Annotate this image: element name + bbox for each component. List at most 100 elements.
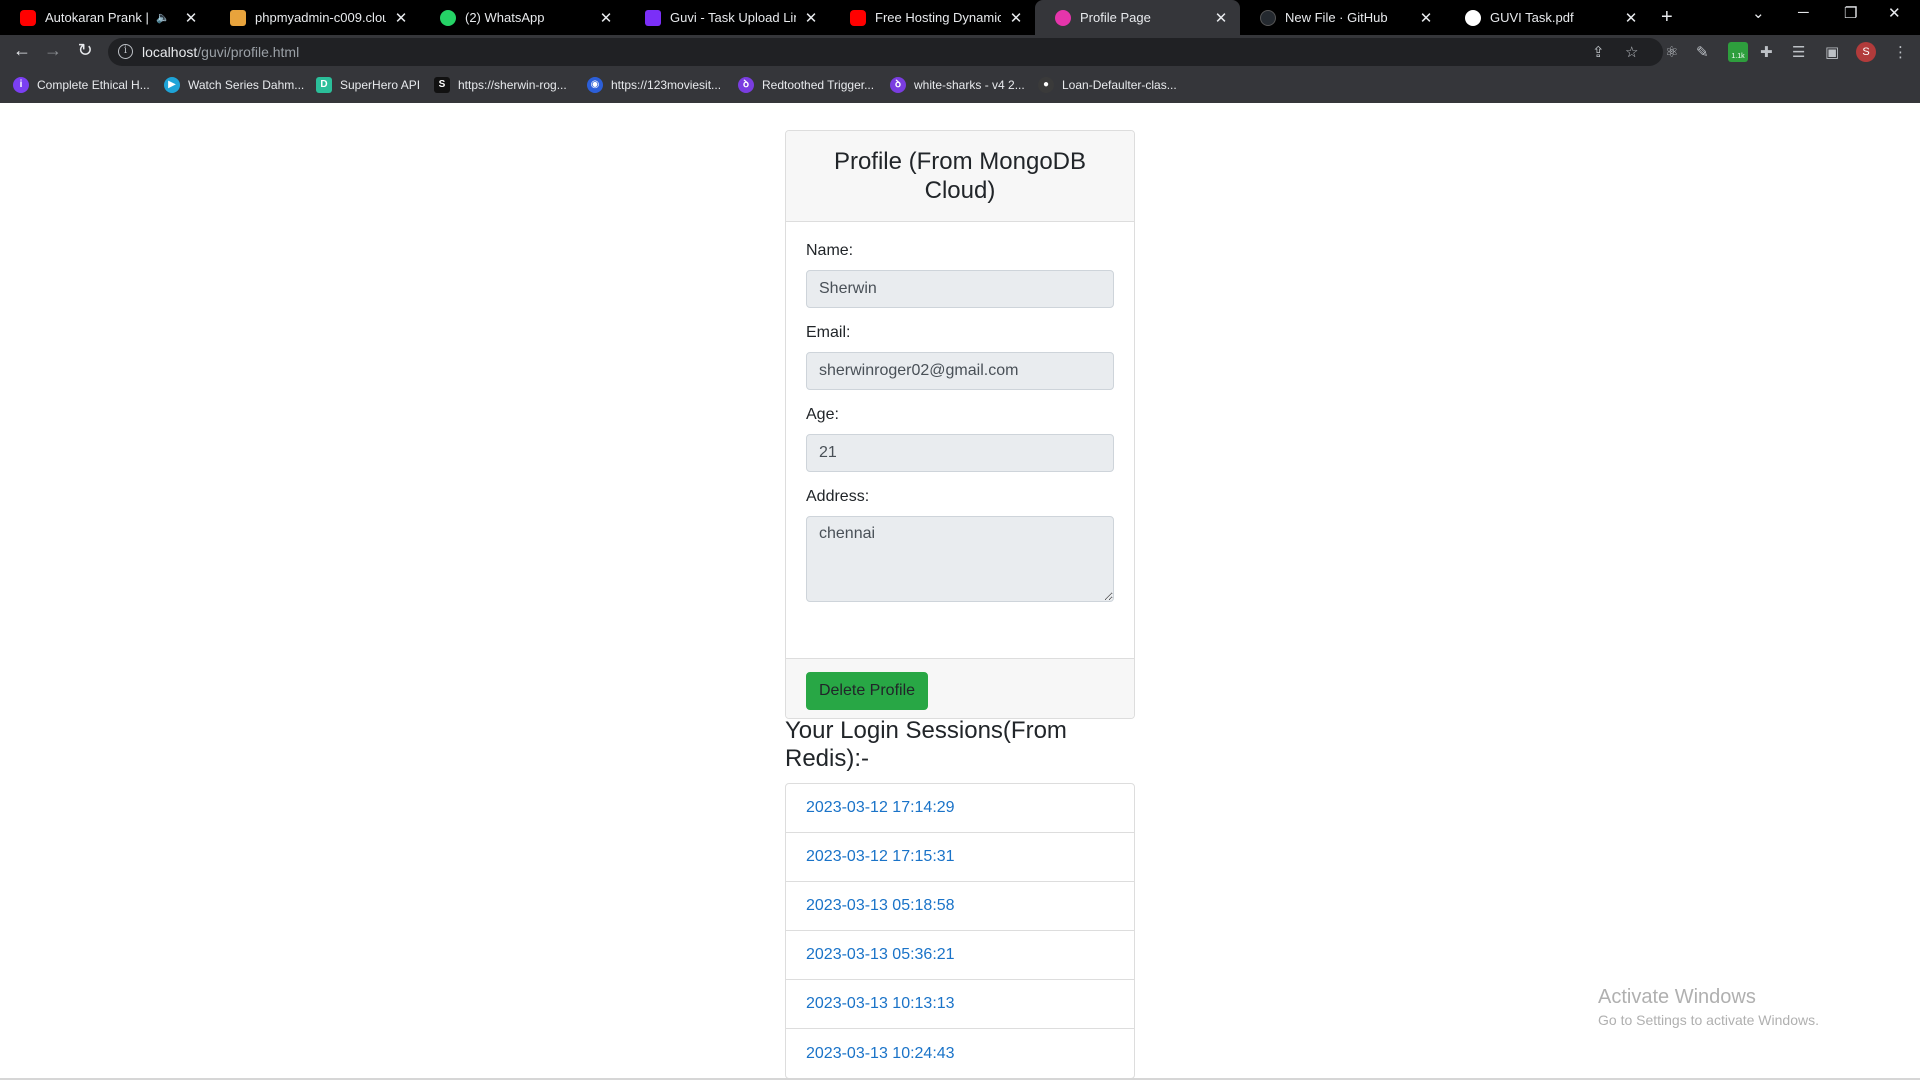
- browser-tab[interactable]: Guvi - Task Upload Link ✕: [625, 0, 830, 35]
- close-icon[interactable]: ✕: [182, 9, 200, 27]
- graphql-icon: [1055, 9, 1071, 26]
- bookmark-item[interactable]: S https://sherwin-rog...: [434, 77, 567, 93]
- close-icon[interactable]: ✕: [1212, 9, 1230, 27]
- youtube-icon: [20, 9, 36, 26]
- back-button[interactable]: ←: [10, 40, 34, 61]
- profile-card: Profile (From MongoDB Cloud) Name: Email…: [785, 130, 1135, 719]
- speaker-icon[interactable]: 🔈: [156, 11, 170, 24]
- close-icon[interactable]: ✕: [802, 9, 820, 27]
- url-text[interactable]: localhost/guvi/profile.html: [142, 44, 299, 60]
- tab-title: Free Hosting Dynamic PHP: [875, 10, 1001, 25]
- address-textarea[interactable]: chennai: [806, 516, 1114, 602]
- github-icon: [1260, 9, 1276, 26]
- browser-toolbar: ← → ↻ i localhost/guvi/profile.html ⇪ ☆ …: [0, 35, 1920, 69]
- tab-title: (2) WhatsApp: [465, 10, 545, 25]
- bookmark-item[interactable]: ● Loan-Defaulter-clas...: [1038, 77, 1177, 93]
- menu-kebab-icon[interactable]: ⋮: [1893, 43, 1908, 61]
- close-icon[interactable]: ✕: [1007, 9, 1025, 27]
- session-item[interactable]: 2023-03-12 17:15:31: [786, 833, 1134, 882]
- browser-tab-active[interactable]: Profile Page ✕: [1035, 0, 1240, 35]
- bookmark-icon: ●: [1038, 77, 1054, 93]
- reading-list-icon[interactable]: ☰: [1792, 43, 1805, 61]
- whatsapp-icon: [440, 9, 456, 26]
- restore-button[interactable]: ❐: [1844, 4, 1857, 22]
- profile-card-body: Name: Email: Age: Address: chennai: [786, 222, 1134, 656]
- bookmark-label: SuperHero API: [340, 78, 421, 92]
- close-window-button[interactable]: ✕: [1888, 4, 1901, 22]
- tab-title: phpmyadmin-c009.cloudcl: [255, 10, 386, 25]
- session-item[interactable]: 2023-03-12 17:14:29: [786, 784, 1134, 833]
- close-icon[interactable]: ✕: [392, 9, 410, 27]
- session-item[interactable]: 2023-03-13 05:18:58: [786, 882, 1134, 931]
- browser-tab[interactable]: Free Hosting Dynamic PHP ✕: [830, 0, 1035, 35]
- bookmark-star-icon[interactable]: ☆: [1625, 43, 1638, 61]
- browser-tab[interactable]: (2) WhatsApp ✕: [420, 0, 625, 35]
- info-icon[interactable]: i: [118, 44, 133, 59]
- bookmark-label: Watch Series Dahm...: [188, 78, 305, 92]
- session-item[interactable]: 2023-03-13 10:24:43: [786, 1029, 1134, 1078]
- extensions-icon[interactable]: ✚: [1760, 43, 1773, 61]
- bookmark-item[interactable]: ◉ https://123moviesit...: [587, 77, 721, 93]
- minimize-button[interactable]: ─: [1798, 4, 1809, 21]
- bookmark-item[interactable]: i Complete Ethical H...: [13, 77, 150, 93]
- browser-tab[interactable]: GUVI Task.pdf ✕: [1445, 0, 1650, 35]
- profile-card-header: Profile (From MongoDB Cloud): [786, 131, 1134, 222]
- activate-windows-watermark: Activate Windows Go to Settings to activ…: [1598, 986, 1819, 1028]
- react-devtools-icon[interactable]: ⚛: [1665, 43, 1678, 61]
- bookmark-label: Redtoothed Trigger...: [762, 78, 875, 92]
- tab-title: Guvi - Task Upload Link: [670, 10, 796, 25]
- bookmark-item[interactable]: ꝺ white-sharks - v4 2...: [890, 77, 1025, 93]
- side-panel-icon[interactable]: ▣: [1825, 43, 1839, 61]
- color-picker-icon[interactable]: ✎: [1696, 43, 1709, 61]
- bookmark-item[interactable]: ▶ Watch Series Dahm...: [164, 77, 304, 93]
- age-input[interactable]: [806, 434, 1114, 472]
- share-icon[interactable]: ⇪: [1592, 43, 1605, 61]
- forms-icon: [645, 9, 661, 26]
- browser-tab[interactable]: Autokaran Prank | Pran 🔈 ✕: [0, 0, 210, 35]
- email-input[interactable]: [806, 352, 1114, 390]
- bookmark-item[interactable]: ꝺ Redtoothed Trigger...: [738, 77, 874, 93]
- profile-card-footer: Delete Profile: [786, 658, 1134, 718]
- delete-profile-button[interactable]: Delete Profile: [806, 672, 928, 710]
- globe-icon: [1465, 9, 1481, 26]
- watermark-subtitle: Go to Settings to activate Windows.: [1598, 1012, 1819, 1028]
- email-field-group: Email:: [806, 324, 1114, 390]
- browser-tab[interactable]: New File · GitHub ✕: [1240, 0, 1445, 35]
- bookmark-label: white-sharks - v4 2...: [914, 78, 1025, 92]
- tab-title: New File · GitHub: [1285, 10, 1388, 25]
- email-label: Email:: [806, 324, 851, 341]
- close-icon[interactable]: ✕: [1622, 9, 1640, 27]
- sessions-list: 2023-03-12 17:14:29 2023-03-12 17:15:31 …: [785, 783, 1135, 1079]
- name-input[interactable]: [806, 270, 1114, 308]
- bookmark-icon: ꝺ: [738, 77, 754, 93]
- tab-title: Profile Page: [1080, 10, 1151, 25]
- profile-avatar[interactable]: S: [1856, 42, 1876, 62]
- watermark-title: Activate Windows: [1598, 986, 1756, 1008]
- bookmark-icon: i: [13, 77, 29, 93]
- session-item[interactable]: 2023-03-13 05:36:21: [786, 931, 1134, 980]
- bookmark-icon: ▶: [164, 77, 180, 93]
- tab-search-icon[interactable]: ⌄: [1752, 4, 1765, 22]
- bookmark-icon: D: [316, 77, 332, 93]
- age-label: Age:: [806, 406, 839, 423]
- reload-button[interactable]: ↻: [73, 40, 97, 61]
- browser-tab-bar: Autokaran Prank | Pran 🔈 ✕ phpmyadmin-c0…: [0, 0, 1920, 35]
- bookmark-label: https://123moviesit...: [611, 78, 722, 92]
- session-item[interactable]: 2023-03-13 10:13:13: [786, 980, 1134, 1029]
- sessions-heading: Your Login Sessions(From Redis):-: [785, 717, 1067, 772]
- close-icon[interactable]: ✕: [597, 9, 615, 27]
- extension-badge-icon[interactable]: 1.1k: [1728, 42, 1748, 62]
- new-tab-button[interactable]: +: [1661, 6, 1673, 29]
- browser-tab[interactable]: phpmyadmin-c009.cloudcl ✕: [210, 0, 420, 35]
- name-label: Name:: [806, 242, 854, 259]
- bookmark-label: Loan-Defaulter-clas...: [1062, 78, 1177, 92]
- close-icon[interactable]: ✕: [1417, 9, 1435, 27]
- bookmarks-bar: i Complete Ethical H... ▶ Watch Series D…: [0, 69, 1920, 103]
- tab-title: GUVI Task.pdf: [1490, 10, 1574, 25]
- address-bar[interactable]: i localhost/guvi/profile.html: [108, 38, 1663, 66]
- bookmark-icon: S: [434, 77, 450, 93]
- bookmark-label: Complete Ethical H...: [37, 78, 150, 92]
- forward-button[interactable]: →: [41, 40, 65, 61]
- bookmark-item[interactable]: D SuperHero API: [316, 77, 420, 93]
- tab-title: Autokaran Prank | Pran: [45, 10, 150, 25]
